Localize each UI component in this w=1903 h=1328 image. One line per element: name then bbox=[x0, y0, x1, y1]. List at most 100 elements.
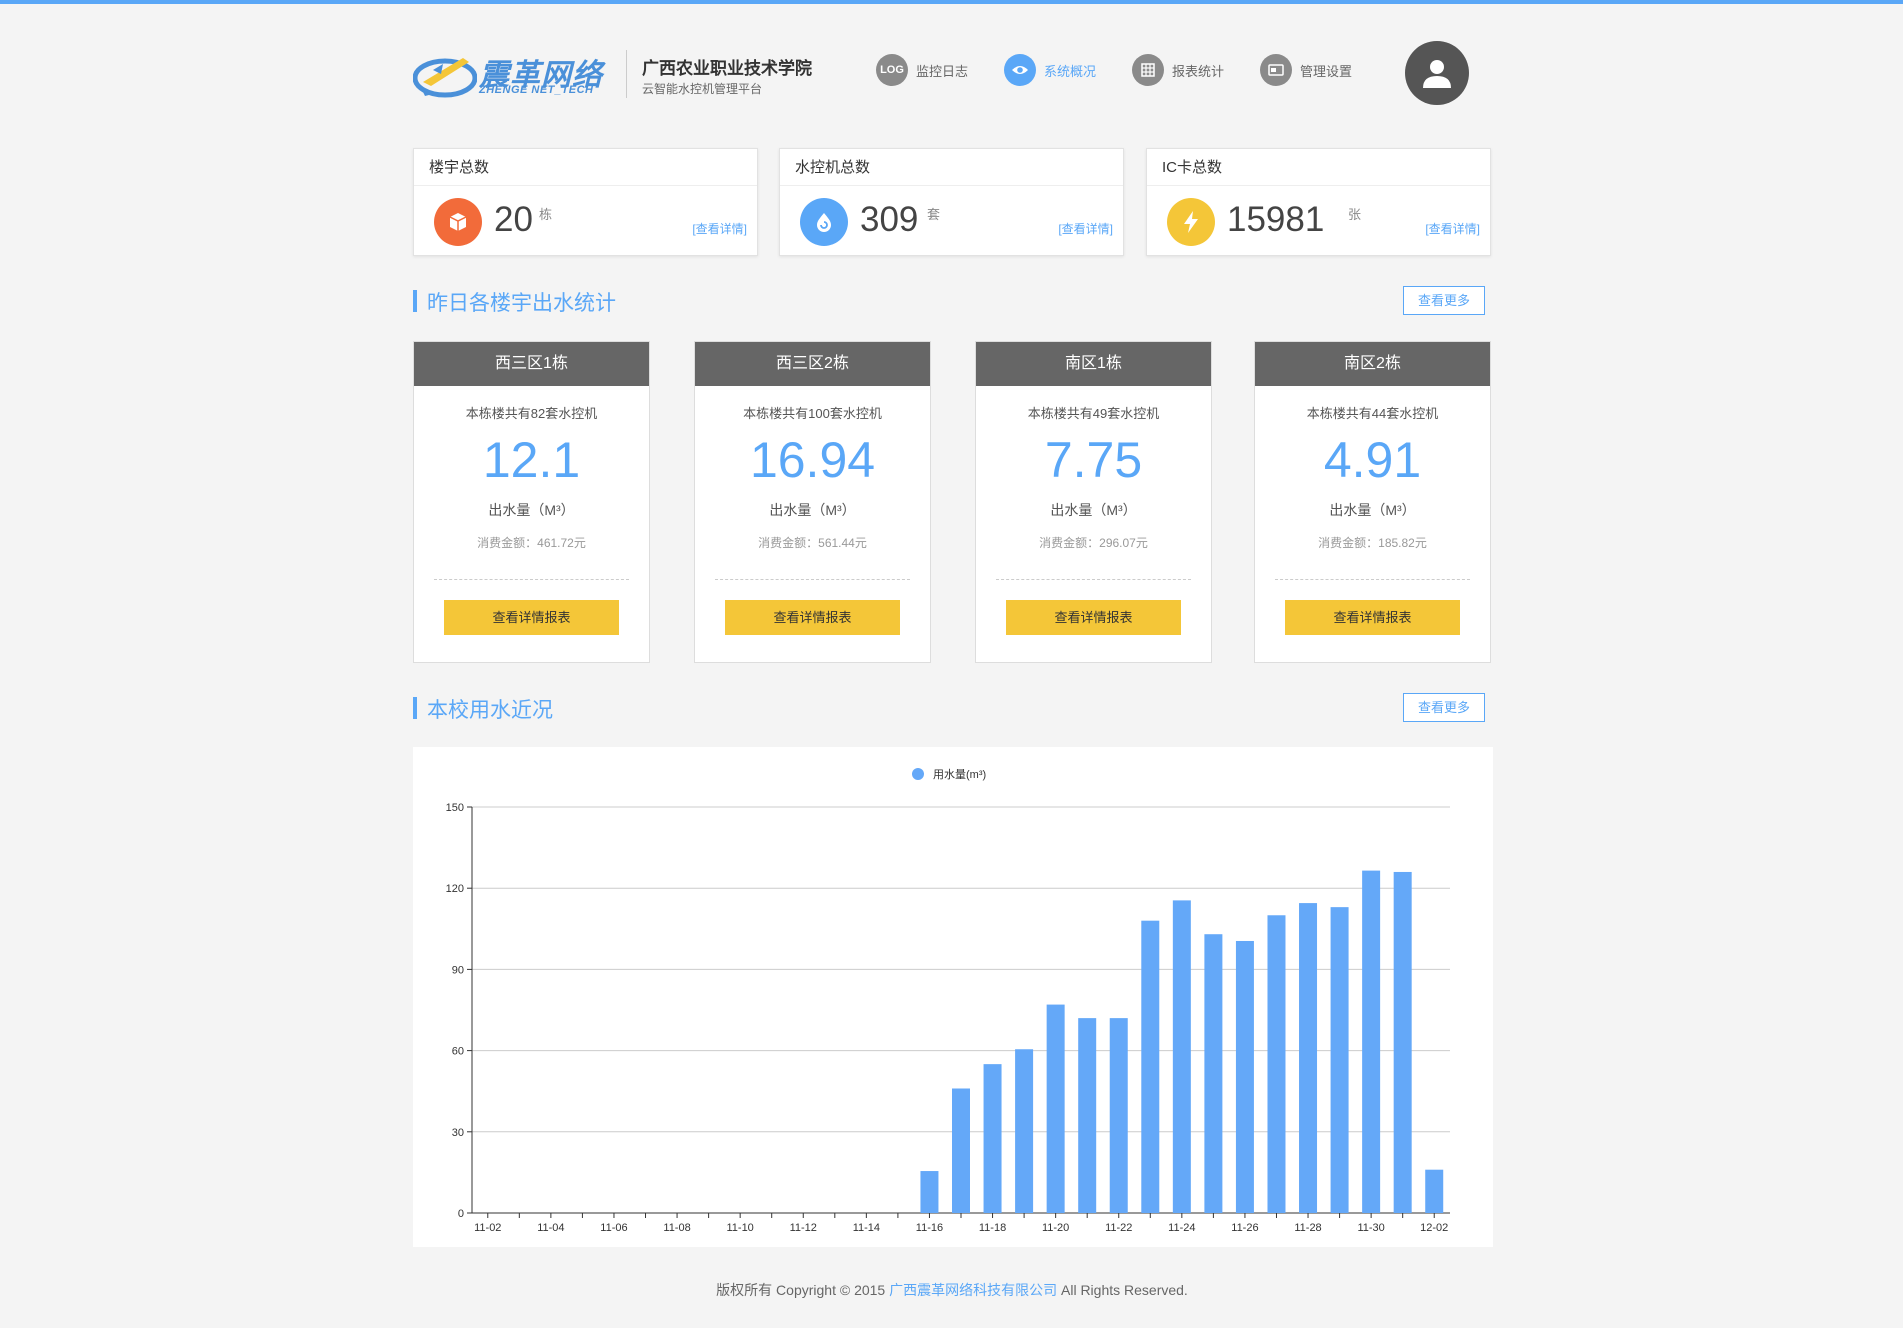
settings-card-icon bbox=[1260, 54, 1293, 86]
bar bbox=[1172, 900, 1191, 1213]
section-title: 本校用水近况 bbox=[427, 699, 553, 722]
footer-copyright: 版权所有 Copyright © 2015 bbox=[716, 1282, 890, 1298]
legend-swatch bbox=[912, 768, 924, 780]
x-tick-label: 12-02 bbox=[1420, 1222, 1448, 1234]
x-tick-label: 11-26 bbox=[1231, 1222, 1258, 1234]
y-tick-label: 60 bbox=[452, 1046, 464, 1058]
building-cost: 消费金额：561.44元 bbox=[758, 536, 867, 550]
divider bbox=[434, 579, 629, 580]
nav-label: 报表统计 bbox=[1172, 63, 1225, 79]
bar bbox=[1425, 1169, 1444, 1213]
divider bbox=[1275, 579, 1470, 580]
building-name: 西三区2栋 bbox=[695, 342, 930, 386]
x-tick-label: 11-08 bbox=[663, 1222, 690, 1234]
bolt-icon bbox=[1167, 198, 1215, 246]
building-water-output: 7.75 bbox=[1044, 432, 1143, 488]
building-controller-count: 本栋楼共有49套水控机 bbox=[1027, 406, 1160, 421]
summary-card-buildings: 楼宇总数 20 栋 [查看详情] bbox=[413, 148, 758, 256]
legend-label: 用水量(m³) bbox=[933, 768, 986, 781]
header-divider bbox=[626, 50, 627, 98]
building-output-label: 出水量（M³） bbox=[1050, 502, 1137, 518]
page-container: 震革网络 ZHENGE NET_TECH 广西农业职业技术学院 云智能水控机管理… bbox=[412, 4, 1493, 1298]
building-card: 西三区2栋 本栋楼共有100套水控机 16.94 出水量（M³） 消费金额：56… bbox=[694, 341, 931, 663]
nav-item-management-settings[interactable]: 管理设置 bbox=[1260, 54, 1352, 86]
building-card: 南区2栋 本栋楼共有44套水控机 4.91 出水量（M³） 消费金额：185.8… bbox=[1254, 341, 1491, 663]
y-tick-label: 120 bbox=[446, 883, 464, 895]
refresh-icon bbox=[800, 198, 848, 246]
bar bbox=[1299, 903, 1318, 1213]
building-controller-count: 本栋楼共有100套水控机 bbox=[743, 406, 882, 421]
building-card: 南区1栋 本栋楼共有49套水控机 7.75 出水量（M³） 消费金额：296.0… bbox=[975, 341, 1212, 663]
view-report-button[interactable]: 查看详情报表 bbox=[1285, 600, 1460, 635]
nav-item-monitor-log[interactable]: LOG 监控日志 bbox=[876, 54, 968, 86]
user-avatar[interactable] bbox=[1405, 41, 1469, 105]
building-cards: 西三区1栋 本栋楼共有82套水控机 12.1 出水量（M³） 消费金额：461.… bbox=[413, 341, 1491, 663]
y-tick-label: 150 bbox=[446, 802, 464, 814]
summary-cards: 楼宇总数 20 栋 [查看详情] 水控机总数 309 套 [查看详情] IC卡总… bbox=[413, 148, 1491, 256]
bar bbox=[1267, 915, 1286, 1213]
x-tick-label: 11-04 bbox=[537, 1222, 564, 1234]
platform-name: 云智能水控机管理平台 bbox=[642, 82, 763, 96]
x-tick-label: 11-22 bbox=[1105, 1222, 1132, 1234]
building-water-output: 16.94 bbox=[749, 432, 876, 488]
bar bbox=[1362, 870, 1381, 1213]
view-report-button[interactable]: 查看详情报表 bbox=[444, 600, 619, 635]
building-output-label: 出水量（M³） bbox=[488, 502, 575, 518]
chart-svg: 用水量(m³) 0 30 60 90 120 150 11-02 11-04 11-06 11-08… bbox=[446, 768, 1450, 1234]
top-nav: LOG 监控日志 系统概况 报表统计 管理设置 bbox=[876, 54, 1388, 86]
summary-card-water-controllers: 水控机总数 309 套 [查看详情] bbox=[779, 148, 1124, 256]
summary-unit: 张 bbox=[1348, 207, 1362, 222]
building-name: 南区2栋 bbox=[1255, 342, 1490, 386]
nav-item-system-overview[interactable]: 系统概况 bbox=[1004, 54, 1096, 86]
view-details-link[interactable]: [查看详情] bbox=[692, 220, 747, 237]
divider bbox=[996, 579, 1191, 580]
section-title: 昨日各楼宇出水统计 bbox=[427, 292, 616, 315]
log-icon: LOG bbox=[876, 54, 908, 86]
view-report-button[interactable]: 查看详情报表 bbox=[1006, 600, 1181, 635]
footer-rights: All Rights Reserved. bbox=[1057, 1282, 1188, 1298]
y-tick-label: 0 bbox=[458, 1208, 464, 1220]
view-more-button[interactable]: 查看更多 bbox=[1403, 693, 1485, 722]
bar bbox=[1109, 1018, 1128, 1213]
nav-item-report-stats[interactable]: 报表统计 bbox=[1132, 54, 1224, 86]
x-tick-label: 11-24 bbox=[1168, 1222, 1195, 1234]
cube-icon bbox=[434, 198, 482, 246]
summary-card-ic-cards: IC卡总数 15981 张 [查看详情] bbox=[1146, 148, 1491, 256]
logo-icon bbox=[412, 58, 478, 98]
section-accent-bar bbox=[413, 697, 417, 719]
nav-label: 监控日志 bbox=[916, 63, 969, 79]
logo-subtext: ZHENGE NET_TECH bbox=[479, 84, 594, 96]
company-link[interactable]: 广西震革网络科技有限公司 bbox=[889, 1282, 1057, 1298]
brand-logo[interactable]: 震革网络 ZHENGE NET_TECH bbox=[412, 48, 613, 100]
summary-title: 水控机总数 bbox=[780, 149, 1123, 186]
bar bbox=[1330, 907, 1349, 1213]
section-accent-bar bbox=[413, 290, 417, 312]
view-more-button[interactable]: 查看更多 bbox=[1403, 286, 1485, 315]
divider bbox=[715, 579, 910, 580]
user-icon bbox=[1423, 60, 1451, 88]
building-output-label: 出水量（M³） bbox=[1329, 502, 1416, 518]
summary-unit: 栋 bbox=[539, 207, 553, 222]
summary-title: IC卡总数 bbox=[1147, 149, 1490, 186]
bar bbox=[1078, 1018, 1097, 1213]
building-water-output: 4.91 bbox=[1323, 432, 1422, 488]
building-cost: 消费金额：185.82元 bbox=[1318, 536, 1427, 550]
bar bbox=[952, 1088, 970, 1213]
bar bbox=[1015, 1049, 1034, 1213]
view-details-link[interactable]: [查看详情] bbox=[1425, 220, 1480, 237]
bar bbox=[920, 1171, 939, 1213]
bar bbox=[1393, 871, 1412, 1213]
building-controller-count: 本栋楼共有82套水控机 bbox=[465, 406, 598, 421]
school-name: 广西农业职业技术学院 bbox=[642, 59, 812, 78]
bar bbox=[983, 1064, 1002, 1213]
x-tick-label: 11-14 bbox=[853, 1222, 880, 1234]
summary-value: 309 bbox=[860, 200, 919, 239]
bar bbox=[1046, 1004, 1065, 1213]
view-report-button[interactable]: 查看详情报表 bbox=[725, 600, 900, 635]
bar bbox=[1204, 934, 1223, 1213]
view-details-link[interactable]: [查看详情] bbox=[1058, 220, 1113, 237]
summary-title: 楼宇总数 bbox=[414, 149, 757, 186]
x-tick-label: 11-02 bbox=[474, 1222, 501, 1234]
y-tick-label: 30 bbox=[452, 1127, 464, 1139]
eye-icon bbox=[1004, 54, 1037, 86]
